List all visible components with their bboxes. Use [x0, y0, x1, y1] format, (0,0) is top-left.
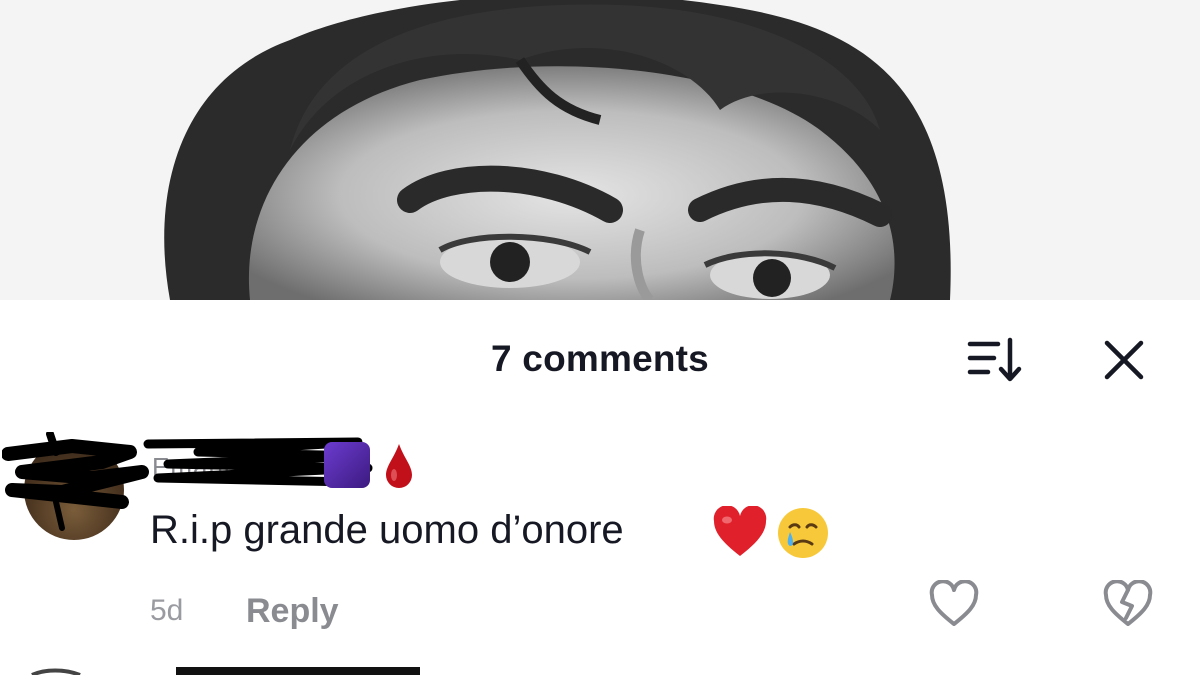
avatar[interactable] [2, 432, 149, 540]
heart-outline-icon [929, 579, 979, 626]
purple-badge-icon [324, 442, 370, 488]
face-holding-back-tears-icon [778, 508, 828, 558]
blood-drop-icon [386, 444, 412, 488]
red-heart-icon [713, 506, 767, 556]
comment-text: R.i.p grande uomo d’onore [150, 508, 624, 552]
comment-timestamp: 5d [150, 594, 184, 627]
comments-sheet: 7 comments Emanuele R.i.p grande uomo d’… [0, 300, 1200, 675]
post-photo [0, 0, 1200, 300]
broken-heart-icon [1103, 579, 1153, 626]
comment-meta: 5d Reply [150, 579, 1200, 631]
reply-button[interactable]: Reply [246, 592, 339, 631]
comment-author[interactable]: Emanuele [143, 430, 448, 490]
sort-button[interactable] [958, 336, 1024, 386]
comment-item: Emanuele R.i.p grande uomo d’onore 5d Re [0, 430, 1200, 630]
like-button[interactable] [928, 579, 980, 630]
dislike-button[interactable] [1102, 579, 1154, 630]
close-button[interactable] [1094, 336, 1154, 386]
sort-descending-icon [967, 337, 1022, 382]
comments-header: 7 comments [0, 300, 1200, 420]
next-comment-partial [31, 667, 420, 675]
portrait-image [0, 0, 1200, 300]
close-icon [1104, 340, 1144, 380]
